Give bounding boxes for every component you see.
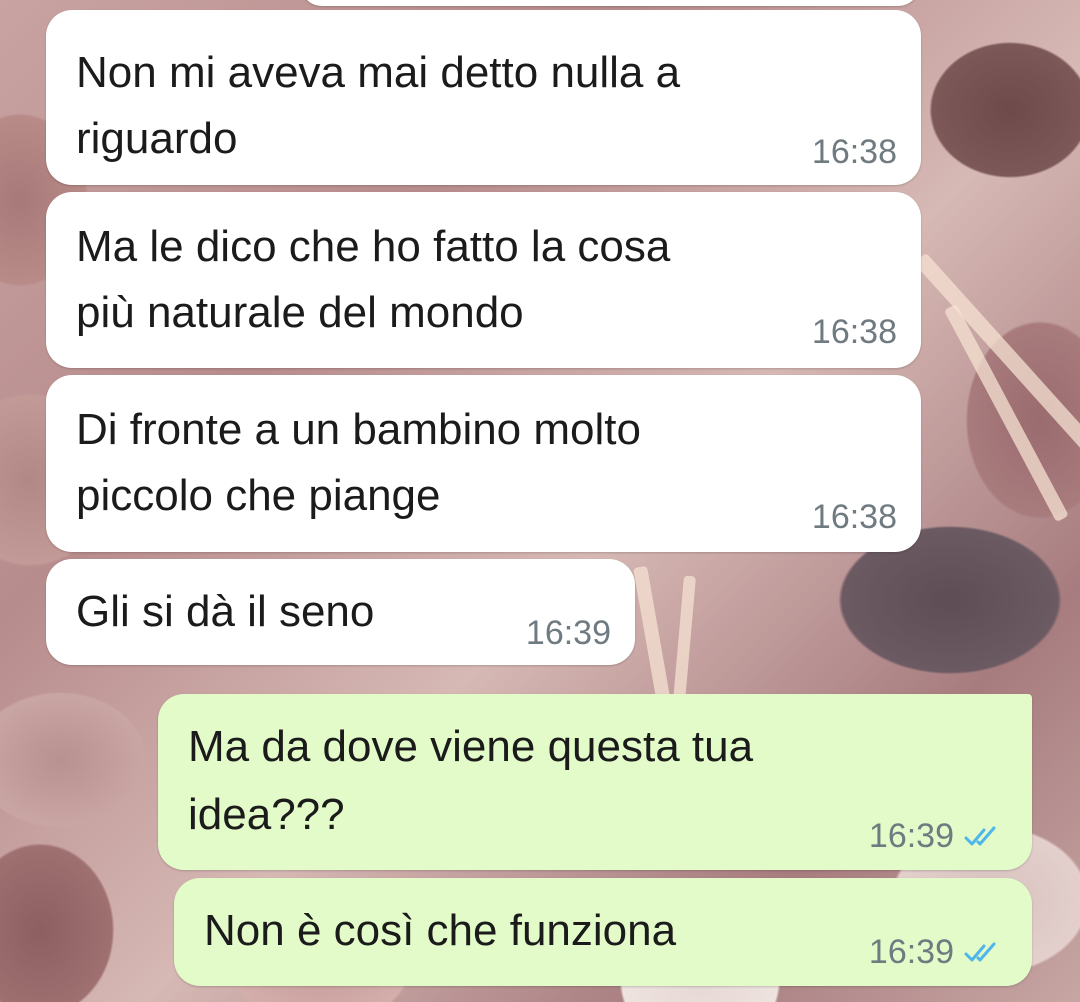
- message-timestamp: 16:39: [868, 817, 954, 855]
- message-timestamp: 16:38: [811, 313, 897, 351]
- incoming-message-bubble[interactable]: Ma le dico che ho fatto la cosa più natu…: [46, 192, 921, 368]
- incoming-message-bubble[interactable]: Non mi aveva mai detto nulla a riguardo …: [46, 10, 921, 185]
- message-timestamp: 16:38: [811, 133, 897, 171]
- wallpaper-straw: [914, 252, 1080, 457]
- message-text-line: piccolo che piange: [76, 471, 441, 520]
- message-text-line: Di fronte a un bambino molto: [76, 405, 641, 454]
- message-text-line: Ma le dico che ho fatto la cosa: [76, 222, 671, 271]
- message-timestamp: 16:39: [525, 614, 611, 652]
- previous-message-edge: [300, 0, 920, 6]
- message-text-line: Non è così che funziona: [204, 906, 677, 955]
- message-timestamp: 16:39: [868, 933, 954, 971]
- outgoing-message-bubble[interactable]: Ma da dove viene questa tua idea??? 16:3…: [158, 694, 1032, 870]
- message-timestamp: 16:38: [811, 498, 897, 536]
- double-check-icon: [964, 942, 996, 962]
- message-text-line: Non mi aveva mai detto nulla a: [76, 48, 681, 97]
- outgoing-message-bubble[interactable]: Non è così che funziona 16:39: [174, 878, 1032, 986]
- message-text-line: più naturale del mondo: [76, 288, 524, 337]
- message-text-line: Ma da dove viene questa tua: [188, 722, 754, 771]
- message-text-line: Gli si dà il seno: [76, 587, 375, 636]
- message-text-line: idea???: [188, 790, 345, 839]
- incoming-message-bubble[interactable]: Gli si dà il seno 16:39: [46, 559, 635, 665]
- message-text-line: riguardo: [76, 114, 238, 163]
- incoming-message-bubble[interactable]: Di fronte a un bambino molto piccolo che…: [46, 375, 921, 552]
- double-check-icon: [964, 826, 996, 846]
